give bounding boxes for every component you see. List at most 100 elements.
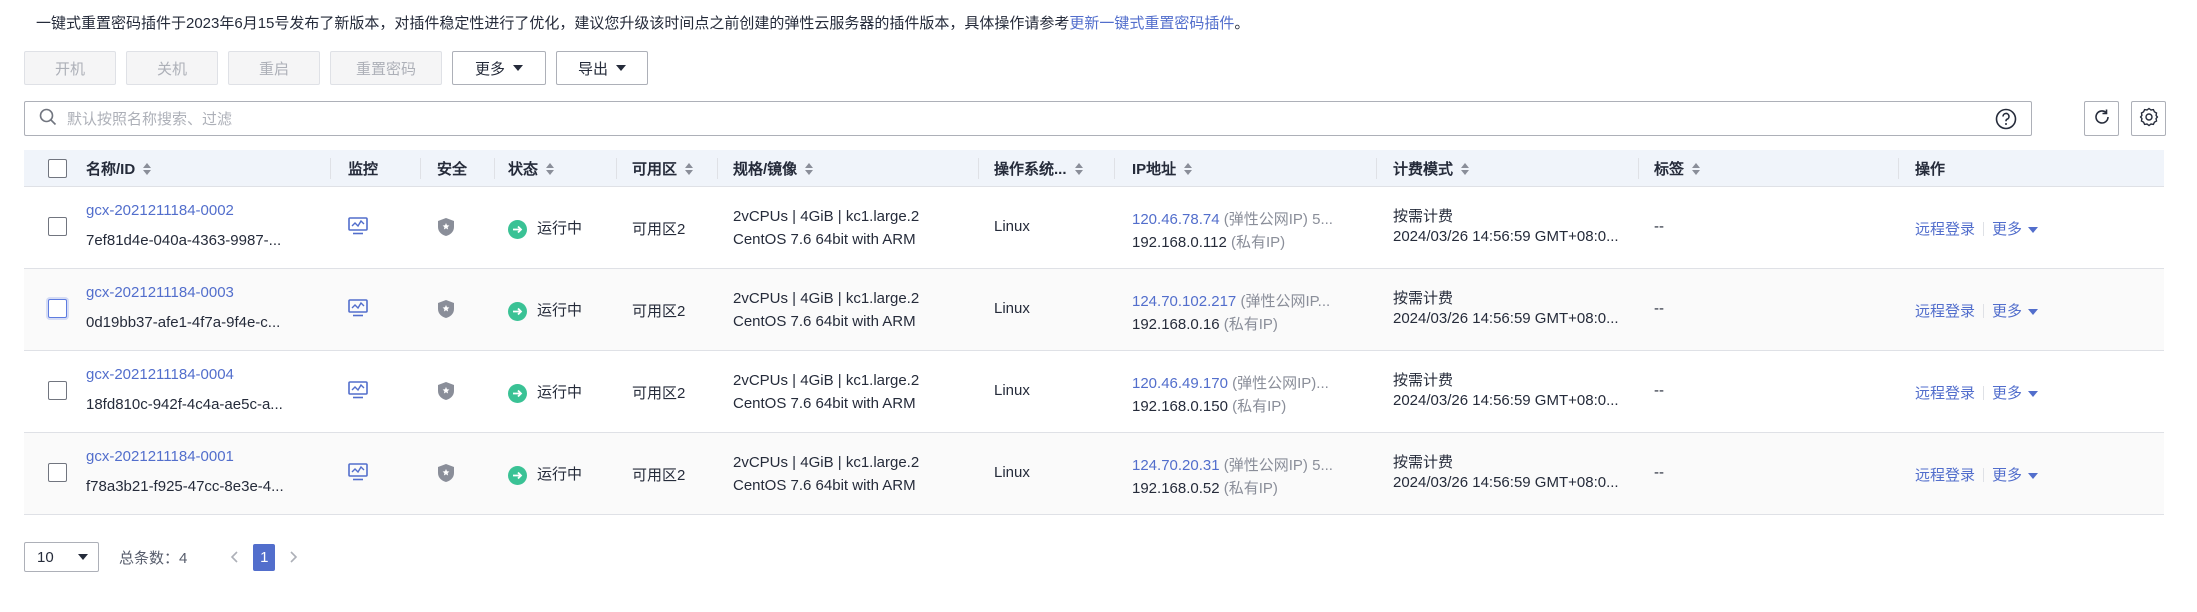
os-text: Linux <box>994 382 1030 399</box>
chevron-down-icon <box>616 65 626 71</box>
created-time: 2024/03/26 14:56:59 GMT+08:0... <box>1393 228 1619 245</box>
instance-name-link[interactable]: gcx-2021211184-0004 <box>86 366 234 383</box>
total-count: 总条数：4 <box>119 549 188 567</box>
column-header-ip[interactable]: IP地址 <box>1132 150 1193 187</box>
column-label: IP地址 <box>1132 161 1177 178</box>
refresh-button[interactable] <box>2084 101 2119 136</box>
instance-id: f78a3b21-f925-47cc-8e3e-4... <box>86 478 284 495</box>
private-ip: 192.168.0.16 <box>1132 316 1220 333</box>
column-header-ops: 操作 <box>1915 150 1945 187</box>
running-arrow-icon <box>508 301 527 321</box>
monitor-chart-icon[interactable] <box>348 381 368 403</box>
column-label: 规格/镜像 <box>733 161 798 178</box>
notice-update-plugin-link[interactable]: 更新一键式重置密码插件 <box>1069 15 1234 32</box>
row-more-label: 更多 <box>1992 467 2023 484</box>
public-ip-link[interactable]: 124.70.20.31 <box>1132 457 1220 474</box>
help-icon[interactable] <box>1995 108 2017 134</box>
instance-name-link[interactable]: gcx-2021211184-0003 <box>86 284 234 301</box>
page-number-current[interactable]: 1 <box>253 543 276 571</box>
column-header-az[interactable]: 可用区 <box>632 150 694 187</box>
private-ip-cell: 192.168.0.16 (私有IP) <box>1132 313 1278 334</box>
private-ip-label: (私有IP) <box>1223 316 1278 333</box>
more-actions-button[interactable]: 更多 <box>452 51 546 85</box>
ip-cell: 124.70.102.217 (弹性公网IP... <box>1132 290 1330 311</box>
instance-id: 7ef81d4e-040a-4363-9987-... <box>86 232 282 249</box>
notice-suffix: 。 <box>1234 15 1250 32</box>
search-filter-input[interactable]: 默认按照名称搜索、过滤 <box>24 101 2032 136</box>
public-ip-link[interactable]: 124.70.102.217 <box>1132 293 1236 310</box>
sort-icon <box>685 162 694 175</box>
more-actions-label: 更多 <box>474 60 505 78</box>
select-all-checkbox[interactable] <box>48 159 67 178</box>
plugin-update-notice: 一键式重置密码插件于2023年6月15号发布了新版本，对插件稳定性进行了优化，建… <box>36 12 1249 33</box>
row-checkbox[interactable] <box>48 299 67 318</box>
chevron-down-icon <box>513 65 523 71</box>
status-cell: 运行中 <box>508 463 582 485</box>
reset-password-button[interactable]: 重置密码 <box>330 51 442 85</box>
public-ip-label: (弹性公网IP... <box>1240 293 1331 310</box>
column-label: 标签 <box>1654 161 1685 178</box>
private-ip-cell: 192.168.0.150 (私有IP) <box>1132 395 1286 416</box>
remote-login-link[interactable]: 远程登录 <box>1915 464 1975 485</box>
status-text: 运行中 <box>537 220 583 237</box>
remote-login-link[interactable]: 远程登录 <box>1915 300 1975 321</box>
page-size-select[interactable]: 10 <box>24 542 99 572</box>
remote-login-link[interactable]: 远程登录 <box>1915 382 1975 403</box>
image-text: CentOS 7.6 64bit with ARM <box>733 395 916 412</box>
status-cell: 运行中 <box>508 217 582 239</box>
column-header-name[interactable]: 名称/ID <box>86 150 152 187</box>
row-checkbox[interactable] <box>48 463 67 482</box>
remote-login-link[interactable]: 远程登录 <box>1915 218 1975 239</box>
column-header-status[interactable]: 状态 <box>508 150 555 187</box>
chevron-down-icon <box>2028 391 2039 398</box>
export-button[interactable]: 导出 <box>556 51 648 85</box>
chevron-down-icon <box>2028 227 2039 234</box>
column-header-tags[interactable]: 标签 <box>1654 150 1701 187</box>
next-page-button[interactable] <box>281 545 305 569</box>
sort-icon <box>546 162 555 175</box>
tags-text: -- <box>1654 464 1664 481</box>
settings-button[interactable] <box>2131 101 2166 136</box>
instance-name-link[interactable]: gcx-2021211184-0001 <box>86 448 234 465</box>
restart-button[interactable]: 重启 <box>228 51 320 85</box>
image-text: CentOS 7.6 64bit with ARM <box>733 231 916 248</box>
prev-page-button[interactable] <box>223 545 247 569</box>
shield-icon[interactable] <box>437 463 455 487</box>
row-more-dropdown[interactable]: 更多 <box>1992 218 2039 239</box>
start-button[interactable]: 开机 <box>24 51 116 85</box>
column-header-spec[interactable]: 规格/镜像 <box>733 150 814 187</box>
spec-text: 2vCPUs | 4GiB | kc1.large.2 <box>733 290 920 307</box>
row-more-label: 更多 <box>1992 385 2023 402</box>
created-time: 2024/03/26 14:56:59 GMT+08:0... <box>1393 310 1619 327</box>
instance-name-link[interactable]: gcx-2021211184-0002 <box>86 202 234 219</box>
sort-icon <box>1184 162 1193 175</box>
shield-icon[interactable] <box>437 217 455 241</box>
public-ip-link[interactable]: 120.46.49.170 <box>1132 375 1228 392</box>
spec-text: 2vCPUs | 4GiB | kc1.large.2 <box>733 454 920 471</box>
sort-icon <box>1461 162 1470 175</box>
monitor-chart-icon[interactable] <box>348 299 368 321</box>
row-more-dropdown[interactable]: 更多 <box>1992 382 2039 403</box>
row-more-dropdown[interactable]: 更多 <box>1992 300 2039 321</box>
monitor-chart-icon[interactable] <box>348 463 368 485</box>
column-label: 操作 <box>1915 161 1946 178</box>
row-more-dropdown[interactable]: 更多 <box>1992 464 2039 485</box>
column-header-billing[interactable]: 计费模式 <box>1393 150 1470 187</box>
notice-text: 一键式重置密码插件于2023年6月15号发布了新版本，对插件稳定性进行了优化，建… <box>36 15 1070 32</box>
row-more-label: 更多 <box>1992 221 2023 238</box>
row-actions: 远程登录 更多 <box>1915 218 2039 239</box>
monitor-chart-icon[interactable] <box>348 217 368 239</box>
column-header-os[interactable]: 操作系统... <box>994 150 1083 187</box>
row-checkbox[interactable] <box>48 381 67 400</box>
sort-icon <box>1074 162 1083 175</box>
public-ip-link[interactable]: 120.46.78.74 <box>1132 211 1220 228</box>
private-ip: 192.168.0.150 <box>1132 398 1228 415</box>
row-checkbox[interactable] <box>48 217 67 236</box>
stop-button[interactable]: 关机 <box>126 51 218 85</box>
az-text: 可用区2 <box>632 385 686 402</box>
column-label: 名称/ID <box>86 161 136 178</box>
private-ip-cell: 192.168.0.52 (私有IP) <box>1132 477 1278 498</box>
shield-icon[interactable] <box>437 299 455 323</box>
os-text: Linux <box>994 300 1030 317</box>
shield-icon[interactable] <box>437 381 455 405</box>
